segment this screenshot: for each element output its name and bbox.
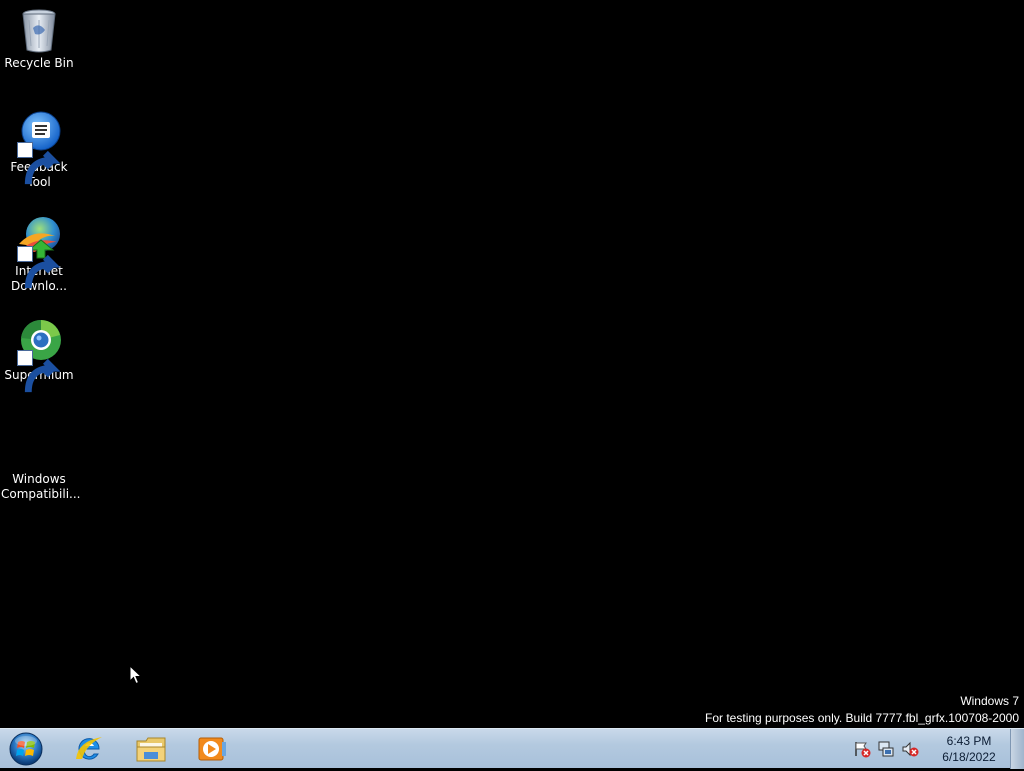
internet-explorer-icon xyxy=(76,737,102,760)
taskbar-windows-explorer-button[interactable] xyxy=(129,731,173,767)
feedback-tool-icon xyxy=(15,110,63,185)
build-watermark: Windows 7 For testing purposes only. Bui… xyxy=(705,693,1019,727)
desktop-icon-recycle-bin[interactable]: Recycle Bin xyxy=(1,6,77,71)
shortcut-arrow-icon xyxy=(17,350,61,393)
desktop: Recycle Bin Feedback Tool Internet Downl… xyxy=(0,0,1024,728)
notification-area: 6:43 PM 6/18/2022 xyxy=(850,729,1004,769)
desktop-icon-feedback-tool[interactable]: Feedback Tool xyxy=(1,110,77,190)
desktop-icon-supermium[interactable]: Supermium xyxy=(1,318,77,393)
internet-download-manager-icon xyxy=(15,214,63,289)
taskbar: 6:43 PM 6/18/2022 xyxy=(0,728,1024,769)
action-center-flag-icon[interactable] xyxy=(853,740,871,758)
start-orb-icon xyxy=(9,732,43,766)
blank-icon xyxy=(15,422,63,470)
mouse-pointer-icon xyxy=(129,665,142,685)
taskbar-internet-explorer-button[interactable] xyxy=(67,731,111,767)
shortcut-arrow-icon xyxy=(17,246,61,289)
start-button[interactable] xyxy=(7,731,45,767)
recycle-bin-icon xyxy=(15,6,63,54)
show-desktop-button[interactable] xyxy=(1010,729,1024,769)
media-player-icon xyxy=(198,737,226,761)
supermium-browser-icon xyxy=(15,318,63,393)
system-clock[interactable]: 6:43 PM 6/18/2022 xyxy=(934,733,1004,765)
watermark-build-info: For testing purposes only. Build 7777.fb… xyxy=(705,711,1019,725)
desktop-icon-label: Recycle Bin xyxy=(4,56,74,70)
desktop-icon-windows-compatibility[interactable]: Windows Compatibili... xyxy=(1,422,81,502)
volume-muted-icon[interactable] xyxy=(901,740,919,758)
watermark-os-name: Windows 7 xyxy=(960,694,1019,708)
desktop-icon-internet-download-manager[interactable]: Internet Downlo... xyxy=(1,214,77,294)
network-icon[interactable] xyxy=(877,740,895,758)
clock-date: 6/18/2022 xyxy=(942,750,996,764)
taskbar-media-player-button[interactable] xyxy=(190,731,234,767)
folder-icon xyxy=(136,737,166,762)
clock-time: 6:43 PM xyxy=(946,734,992,748)
desktop-icon-label: Windows Compatibili... xyxy=(1,472,81,501)
shortcut-arrow-icon xyxy=(17,142,61,185)
